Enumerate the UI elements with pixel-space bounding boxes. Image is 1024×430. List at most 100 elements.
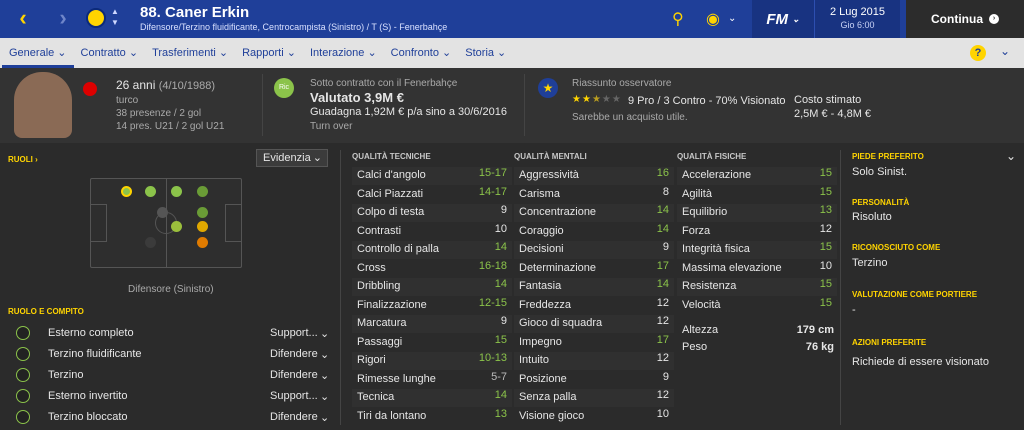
club-badge-icon: [86, 8, 106, 28]
attribute-name: Forza: [682, 224, 711, 237]
role-row[interactable]: Terzino Difendere ⌄: [12, 366, 329, 386]
attribute-value: 10: [819, 259, 832, 272]
role-row[interactable]: Terzino bloccato Difendere ⌄: [12, 408, 329, 428]
game-date[interactable]: 2 Lug 2015 Gio 6:00: [814, 0, 900, 38]
play-circle-icon: ›: [989, 14, 999, 24]
role-row[interactable]: Esterno completo Support... ⌄: [12, 324, 329, 344]
tab-generale[interactable]: Generale ⌄: [2, 38, 74, 68]
weight-row: Peso 76 kg: [682, 341, 834, 359]
chevron-down-icon[interactable]: ⌄: [320, 411, 329, 424]
attribute-value: 15: [819, 296, 832, 309]
attribute-name: Rigori: [357, 354, 386, 366]
divider: [840, 150, 841, 425]
attribute-name: Massima elevazione: [682, 261, 782, 274]
globe-icon[interactable]: ◉: [706, 9, 720, 29]
chevron-down-icon[interactable]: ⌄: [728, 13, 736, 24]
gk-rating-heading: VALUTAZIONE COME PORTIERE: [852, 290, 978, 299]
tab-contratto[interactable]: Contratto ⌄: [74, 38, 146, 68]
attribute-value: 15: [819, 167, 832, 179]
forward-arrow-icon[interactable]: ›: [52, 5, 74, 31]
role-row[interactable]: Terzino fluidificante Difendere ⌄: [12, 345, 329, 365]
attribute-value: 10: [656, 407, 669, 420]
fm-logo[interactable]: FM ⌄: [752, 0, 814, 38]
duty-select[interactable]: Difendere: [270, 348, 318, 360]
attribute-name: Posizione: [519, 372, 567, 385]
chevron-down-icon[interactable]: ⌄: [320, 348, 329, 361]
attribute-row: Decisioni 9: [514, 241, 674, 259]
attribute-value: 14: [494, 389, 507, 401]
attribute-name: Visione gioco: [519, 409, 585, 422]
positions-pitch: [90, 178, 242, 268]
tab-rapporti[interactable]: Rapporti ⌄: [235, 38, 303, 68]
position-dot: [197, 207, 208, 218]
position-dot: [145, 237, 156, 248]
physical-heading: QUALITÀ FISICHE: [677, 152, 747, 161]
back-arrow-icon[interactable]: ‹: [12, 5, 34, 31]
preferred-actions-heading: AZIONI PREFERITE: [852, 338, 927, 347]
technical-heading: QUALITÀ TECNICHE: [352, 152, 431, 161]
age-value: 26 anni: [116, 78, 156, 92]
attribute-row: Calci d'angolo 15-17: [352, 167, 512, 185]
attribute-row: Visione gioco 10: [514, 408, 674, 426]
duty-select[interactable]: Difendere: [270, 369, 318, 381]
attribute-value: 9: [500, 315, 507, 327]
nationality: turco: [116, 95, 139, 106]
attribute-row: Coraggio 14: [514, 223, 674, 241]
attribute-row: Contrasti 10: [352, 223, 512, 241]
attribute-name: Cross: [357, 261, 386, 274]
attribute-value: 13: [494, 407, 507, 420]
chevron-down-icon[interactable]: ⌄: [320, 369, 329, 382]
prev-next-player-icon[interactable]: ▲ ▼: [111, 6, 121, 28]
chevron-down-icon[interactable]: ⌄: [1006, 149, 1016, 163]
chevron-down-icon: ⌄: [792, 13, 800, 24]
attribute-value: 5-7: [491, 370, 507, 383]
attribute-row: Rimesse lunghe 5-7: [352, 371, 512, 389]
help-button[interactable]: ?: [970, 45, 986, 61]
tab-interazione[interactable]: Interazione ⌄: [303, 38, 384, 68]
known-as-heading: RICONOSCIUTO COME: [852, 243, 941, 252]
continue-button[interactable]: Continua ›: [906, 0, 1024, 38]
scout-summary: 9 Pro / 3 Contro - 70% Visionato: [628, 95, 786, 107]
roles-heading[interactable]: RUOLI ›: [8, 155, 38, 164]
attribute-name: Impegno: [519, 335, 562, 348]
cost-value: 2,5M € - 4,8M €: [794, 108, 872, 120]
attribute-name: Senza palla: [519, 391, 577, 403]
search-icon[interactable]: ⚲: [672, 9, 684, 29]
attribute-value: 9: [662, 241, 669, 253]
height-row: Altezza 179 cm: [682, 324, 834, 342]
highlight-select-value: Evidenzia: [263, 152, 311, 164]
attribute-value: 14: [656, 278, 669, 290]
attribute-value: 10: [494, 222, 507, 235]
chevron-down-icon[interactable]: ⌄: [1000, 44, 1010, 58]
duty-select[interactable]: Support...: [270, 390, 318, 402]
attribute-value: 15-17: [478, 167, 507, 179]
highlight-select[interactable]: Evidenzia ⌄: [256, 149, 328, 167]
role-suitability-icon: [16, 368, 30, 382]
attribute-name: Integrità fisica: [682, 243, 750, 255]
turkey-flag-icon: [83, 82, 97, 96]
preferred-action-value: Richiede di essere visionato: [852, 356, 989, 368]
attribute-name: Agilità: [682, 187, 712, 200]
role-suitability-icon: [16, 347, 30, 361]
chevron-down-icon[interactable]: ⌄: [320, 390, 329, 403]
tab-trasferimenti[interactable]: Trasferimenti ⌄: [145, 38, 235, 68]
role-row[interactable]: Esterno invertito Support... ⌄: [12, 387, 329, 407]
attribute-value: 14: [494, 241, 507, 253]
personality-value: Risoluto: [852, 211, 892, 223]
chevron-down-icon[interactable]: ⌄: [320, 327, 329, 340]
attribute-row: Resistenza 15: [677, 278, 837, 296]
attribute-value: 16-18: [478, 259, 507, 272]
attribute-value: 12-15: [478, 296, 507, 309]
tab-confronto[interactable]: Confronto ⌄: [384, 38, 459, 68]
attribute-row: Accelerazione 15: [677, 167, 837, 185]
attribute-row: Agilità 15: [677, 186, 837, 204]
duty-select[interactable]: Support...: [270, 327, 318, 339]
tab-storia[interactable]: Storia ⌄: [458, 38, 513, 68]
role-suitability-icon: [16, 389, 30, 403]
attribute-name: Velocità: [682, 298, 721, 311]
attribute-name: Dribbling: [357, 280, 401, 292]
duty-select[interactable]: Difendere: [270, 411, 318, 423]
player-value: Valutato 3,9M €: [310, 90, 404, 105]
attribute-name: Controllo di palla: [357, 243, 439, 255]
attribute-value: 14: [494, 278, 507, 290]
